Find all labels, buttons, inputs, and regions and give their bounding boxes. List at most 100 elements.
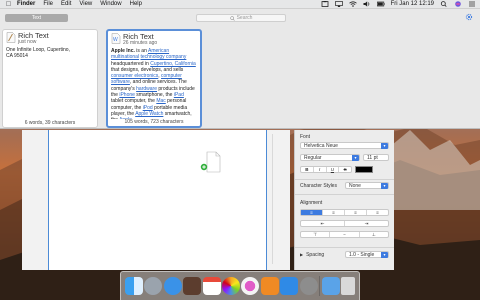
airplay-icon[interactable] — [334, 1, 343, 7]
font-size-value: 11 pt — [367, 155, 378, 161]
disclosure-triangle-icon[interactable]: ▶ — [300, 252, 303, 257]
font-family-select[interactable]: Helvetica Neue ▾ — [300, 142, 389, 149]
preview-link[interactable]: Mac — [156, 98, 165, 104]
text-color-swatch[interactable] — [355, 166, 373, 173]
bold-button[interactable]: B — [301, 167, 314, 172]
character-styles-select[interactable]: None ▾ — [345, 182, 389, 189]
siri-icon[interactable] — [454, 1, 462, 7]
card-timestamp: 26 minutes ago — [123, 40, 158, 46]
character-styles-label: Character Styles — [300, 182, 337, 189]
preview-link[interactable]: hardware — [136, 86, 157, 92]
format-inspector: Font Helvetica Neue ▾ Regular ▾ 11 pt B … — [294, 130, 394, 270]
menu-file[interactable]: File — [43, 1, 53, 7]
align-justify-button[interactable]: ≡ — [367, 210, 388, 215]
card-stats: 105 words, 723 characters — [108, 119, 200, 125]
trash-icon[interactable] — [341, 277, 356, 295]
dock — [120, 271, 360, 300]
alignment-section-title: Alignment — [300, 200, 323, 206]
font-section-title: Font — [300, 134, 311, 140]
align-center-button[interactable]: ≡ — [323, 210, 345, 215]
card-header: Rich Text just now — [3, 30, 97, 45]
menu-app-name[interactable]: Finder — [17, 1, 35, 7]
text-style-buttons: B I U S — [300, 166, 352, 173]
preview-text: is an — [134, 48, 148, 54]
preview-link[interactable]: iPod — [143, 105, 153, 111]
preview-link[interactable]: iPhone — [119, 92, 135, 98]
document-page[interactable] — [48, 130, 267, 270]
character-styles-value: None — [349, 183, 361, 189]
font-style-select[interactable]: Regular ▾ — [300, 154, 360, 161]
card-preview: Apple Inc. is an American multinational … — [111, 48, 197, 124]
align-right-button[interactable]: ≡ — [345, 210, 367, 215]
preview-link[interactable]: Cupertino, California — [150, 61, 196, 67]
app-store-icon[interactable] — [280, 277, 299, 295]
preview-text: Apple Inc. — [111, 48, 135, 54]
apple-menu-icon[interactable]:  — [4, 1, 13, 8]
itunes-icon[interactable] — [241, 277, 260, 295]
increase-indent-button[interactable]: ⇥ — [345, 221, 388, 226]
spacing-select[interactable]: 1.0 - Single ▾ — [345, 251, 389, 258]
chevron-down-icon: ▾ — [381, 183, 388, 189]
wifi-icon[interactable] — [348, 1, 357, 7]
card-header: Rich Text 26 minutes ago — [108, 31, 200, 46]
dragged-document-icon[interactable] — [200, 150, 224, 174]
clipboard-item-card-selected[interactable]: W Rich Text 26 minutes ago Apple Inc. is… — [106, 29, 202, 128]
photos-icon[interactable] — [221, 277, 240, 295]
divider — [295, 179, 394, 180]
preview-link[interactable]: iPad — [174, 92, 184, 98]
preview-link[interactable]: American — [148, 48, 169, 54]
clipboard-menu-icon[interactable] — [321, 1, 329, 7]
card-stats: 6 words, 39 characters — [24, 120, 76, 126]
align-middle-button[interactable]: − — [330, 232, 360, 237]
launchpad-icon[interactable] — [144, 277, 163, 295]
vertical-scrollbar[interactable] — [272, 134, 273, 264]
preview-link[interactable]: Apple Watch — [135, 111, 163, 117]
battery-icon[interactable] — [376, 1, 385, 7]
decrease-indent-button[interactable]: ⇤ — [301, 221, 345, 226]
divider — [295, 247, 394, 248]
italic-button[interactable]: I — [314, 167, 327, 172]
preview-link[interactable]: multinational — [111, 54, 139, 60]
calendar-icon[interactable] — [202, 277, 221, 295]
align-top-button[interactable]: ⊤ — [301, 232, 331, 237]
preview-text: smartphone, the — [134, 92, 174, 99]
indent-buttons: ⇤ ⇥ — [300, 220, 389, 227]
chevron-down-icon: ▾ — [352, 155, 359, 161]
font-size-stepper[interactable]: 11 pt — [363, 154, 389, 161]
spotlight-search-icon[interactable] — [440, 1, 448, 7]
menu-edit[interactable]: Edit — [61, 1, 71, 7]
menu-help[interactable]: Help — [130, 1, 142, 7]
align-left-button[interactable]: ≡ — [301, 210, 323, 215]
card-timestamp: just now — [18, 39, 37, 45]
downloads-folder-icon[interactable] — [321, 277, 340, 295]
filter-tab-text[interactable]: Text — [5, 14, 68, 22]
menubar-clock[interactable]: Fri Jan 12 12:19 — [391, 1, 434, 7]
spacing-value: 1.0 - Single — [349, 252, 375, 258]
spacing-label: Spacing — [306, 251, 325, 258]
menu-view[interactable]: View — [79, 1, 92, 7]
finder-icon[interactable] — [124, 277, 143, 295]
preview-link[interactable]: technology company — [140, 54, 186, 60]
clipboard-history-panel: Text Search Rich Text just now One Infin… — [0, 9, 480, 129]
alignment-buttons: ≡ ≡ ≡ ≡ — [300, 209, 389, 216]
dock-separator — [319, 276, 321, 296]
volume-icon[interactable] — [363, 1, 371, 7]
chevron-down-icon: ▾ — [381, 252, 388, 258]
safari-icon[interactable] — [163, 277, 182, 295]
search-input[interactable]: Search — [196, 14, 286, 22]
system-preferences-icon[interactable] — [299, 277, 318, 295]
gear-icon[interactable] — [465, 13, 473, 21]
preview-text: headquartered in — [111, 60, 151, 67]
align-bottom-button[interactable]: ⊥ — [360, 232, 388, 237]
notification-center-icon[interactable] — [468, 1, 476, 7]
clipboard-item-card[interactable]: Rich Text just now One Infinite Loop, Cu… — [2, 29, 98, 128]
menu-window[interactable]: Window — [100, 1, 121, 7]
photo-booth-icon[interactable] — [183, 277, 202, 295]
vertical-alignment-buttons: ⊤ − ⊥ — [300, 231, 389, 238]
strikethrough-button[interactable]: S — [339, 167, 351, 172]
underline-button[interactable]: U — [327, 167, 340, 172]
divider — [295, 194, 394, 195]
ibooks-icon[interactable] — [260, 277, 279, 295]
preview-link[interactable]: consumer electronics — [111, 73, 158, 79]
font-style-value: Regular — [304, 155, 322, 161]
